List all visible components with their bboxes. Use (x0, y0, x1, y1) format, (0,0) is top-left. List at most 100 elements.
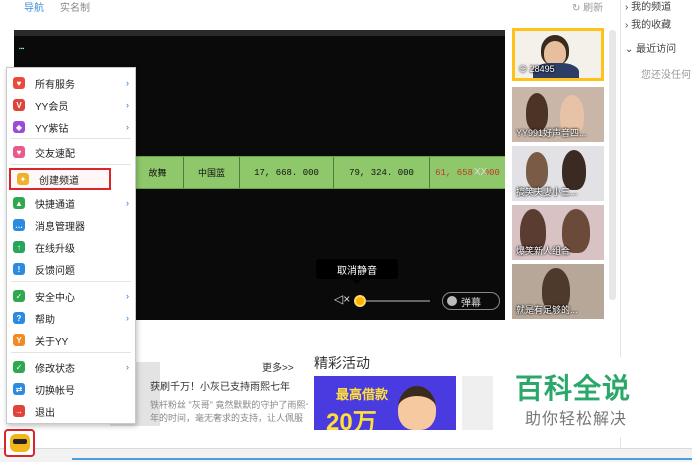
mute-tooltip: 取消静音 (316, 259, 398, 284)
menu-item-label: YY紫钻 (35, 123, 69, 135)
thumb-caption: YY991好声音四... (516, 128, 587, 138)
menu-item-12[interactable]: Y 关于YY (7, 329, 135, 351)
message-icon: … (13, 219, 25, 231)
menu-item-13[interactable]: ✓ 修改状态 › (7, 356, 135, 378)
danmu-label: 弹幕 (461, 297, 481, 309)
my-channel-item[interactable]: › 我的频道 (625, 0, 671, 13)
realname-link[interactable]: 实名制 (60, 0, 90, 14)
diamond-icon: ◆ (13, 121, 25, 133)
activity-banner[interactable]: 最高借款 20万 (314, 376, 456, 430)
empty-note: 您还没任何 (641, 70, 691, 81)
thumbnail-5[interactable]: 就是有足够的... (512, 264, 604, 319)
menu-item-3[interactable]: ◆ YY紫钻 › (7, 116, 135, 138)
chevron-right-icon: › (126, 291, 129, 301)
watermark-subtitle: 助你轻松解决 (525, 411, 628, 428)
main-menu-popup: ♥ 所有服务 › V YY会员 › ◆ YY紫钻 › ♥ 交友速配 ✦ 创建频道 ▲ 快捷通道 › … 消息管理器… (6, 67, 136, 424)
my-favorites-label: 我的收藏 (631, 20, 672, 31)
news-headline[interactable]: 获刷千万！小灰已支持雨熙七年 (150, 378, 308, 393)
thumb-caption: 爆笑新人组合 (516, 246, 571, 256)
score-cell: 中国蓝 (184, 157, 240, 188)
speaker-muted-icon[interactable]: ◁× (334, 292, 350, 306)
user-icon: ⚇ (519, 64, 528, 74)
help-icon: ? (13, 312, 25, 324)
menu-item-4[interactable]: ♥ 交友速配 (7, 141, 135, 163)
menu-separator (11, 281, 131, 282)
refresh-button[interactable]: ↻ 刷新 (572, 0, 603, 14)
viewer-count: ⚇ 28495 (519, 64, 555, 75)
my-channel-label: 我的频道 (631, 2, 672, 13)
chevron-right-icon: › (126, 78, 129, 88)
watermark-title: 百科全说 (515, 373, 632, 404)
my-favorites-item[interactable]: › 我的收藏 (625, 16, 671, 31)
menu-item-label: 交友速配 (35, 148, 75, 160)
news-summary: 年的时间，毫无奢求的支持，让人佩服 (150, 413, 304, 423)
menu-item-7[interactable]: … 消息管理器 (7, 214, 135, 236)
chevron-right-icon: › (126, 122, 129, 132)
thumbnail-4[interactable]: 爆笑新人组合 (512, 205, 604, 260)
menu-item-label: YY会员 (35, 101, 69, 113)
score-cell: 61, 658. 000 (435, 167, 500, 178)
recent-visits-item[interactable]: ⌄ 最近访问 (625, 40, 676, 55)
menu-item-15[interactable]: → 退出 (7, 400, 135, 422)
yy-main-menu-button[interactable] (4, 429, 35, 457)
top-bar: 导航 实名制 ↻ 刷新 (0, 0, 620, 14)
heart-match-icon: ♥ (13, 146, 25, 158)
thumbnail-1[interactable]: ⚇ 28495 (512, 28, 604, 81)
menu-item-label: 所有服务 (35, 79, 75, 91)
upgrade-icon: ↑ (13, 241, 25, 253)
status-icon: ✓ (13, 361, 25, 373)
menu-separator (11, 164, 131, 165)
video-top-strip (14, 30, 505, 36)
menu-item-11[interactable]: ? 帮助 › (7, 307, 135, 329)
menu-item-label: 退出 (35, 407, 55, 419)
news-summary: 铁杆粉丝 "灰哥" 竟然默默的守护了雨熙七 (150, 400, 308, 410)
menu-separator (11, 138, 131, 139)
shortcut-icon: ▲ (13, 197, 25, 209)
banner-text: 最高借款 (336, 387, 389, 402)
nav-link[interactable]: 导航 (24, 0, 44, 14)
menu-item-label: 反馈问题 (35, 265, 75, 277)
menu-item-label: 在线升级 (35, 243, 75, 255)
switch-icon: ⇄ (13, 383, 25, 395)
person-figure (526, 152, 548, 188)
menu-item-14[interactable]: ⇄ 切换帐号 (7, 378, 135, 400)
more-link[interactable]: 更多>> (262, 359, 294, 374)
volume-knob[interactable] (354, 295, 366, 307)
thumb-caption: 28495 (529, 64, 555, 74)
menu-item-5[interactable]: ✦ 创建频道 (9, 168, 111, 190)
shield-icon: ✓ (13, 290, 25, 302)
activity-title: 精彩活动 (314, 355, 370, 371)
progress-line (72, 458, 692, 460)
signal-indicator: ▪▪▪ (19, 46, 25, 52)
vip-icon: V (13, 99, 25, 111)
menu-item-1[interactable]: ♥ 所有服务 › (7, 72, 135, 94)
menu-item-8[interactable]: ↑ 在线升级 (7, 236, 135, 258)
menu-item-label: 快捷通道 (35, 199, 75, 211)
score-table-row: 故舞 中国蓝 17, 668. 000 79, 324. 000 61, 658… (132, 156, 505, 189)
score-cell: 故舞 (132, 157, 184, 188)
activity-banner-2[interactable] (462, 376, 496, 430)
thumbnail-3[interactable]: 搞笑夫妻小三... (512, 146, 604, 201)
feedback-icon: ! (13, 263, 25, 275)
menu-item-label: 帮助 (35, 314, 55, 326)
scrollbar[interactable] (609, 30, 616, 300)
toggle-dot-icon (447, 296, 457, 306)
menu-item-10[interactable]: ✓ 安全中心 › (7, 285, 135, 307)
menu-item-label: 创建频道 (39, 175, 79, 187)
yy-bear-icon (9, 434, 30, 452)
create-channel-icon: ✦ (17, 173, 29, 185)
chevron-right-icon: › (126, 362, 129, 372)
menu-item-6[interactable]: ▲ 快捷通道 › (7, 192, 135, 214)
recent-visits-label: 最近访问 (636, 44, 677, 55)
banner-amount: 20万 (326, 409, 377, 430)
menu-item-2[interactable]: V YY会员 › (7, 94, 135, 116)
thumbnail-2[interactable]: YY991好声音四... (512, 87, 604, 142)
watermark: 百科全说 助你轻松解决 (493, 357, 667, 437)
thumb-caption: 搞笑夫妻小三... (516, 187, 578, 197)
menu-item-label: 修改状态 (35, 363, 75, 375)
menu-item-label: 安全中心 (35, 292, 75, 304)
danmu-toggle[interactable]: 弹幕 (442, 292, 500, 310)
score-cell: 17, 668. 000 (240, 157, 334, 188)
menu-item-9[interactable]: ! 反馈问题 (7, 258, 135, 280)
cartoon-figure (398, 386, 436, 430)
